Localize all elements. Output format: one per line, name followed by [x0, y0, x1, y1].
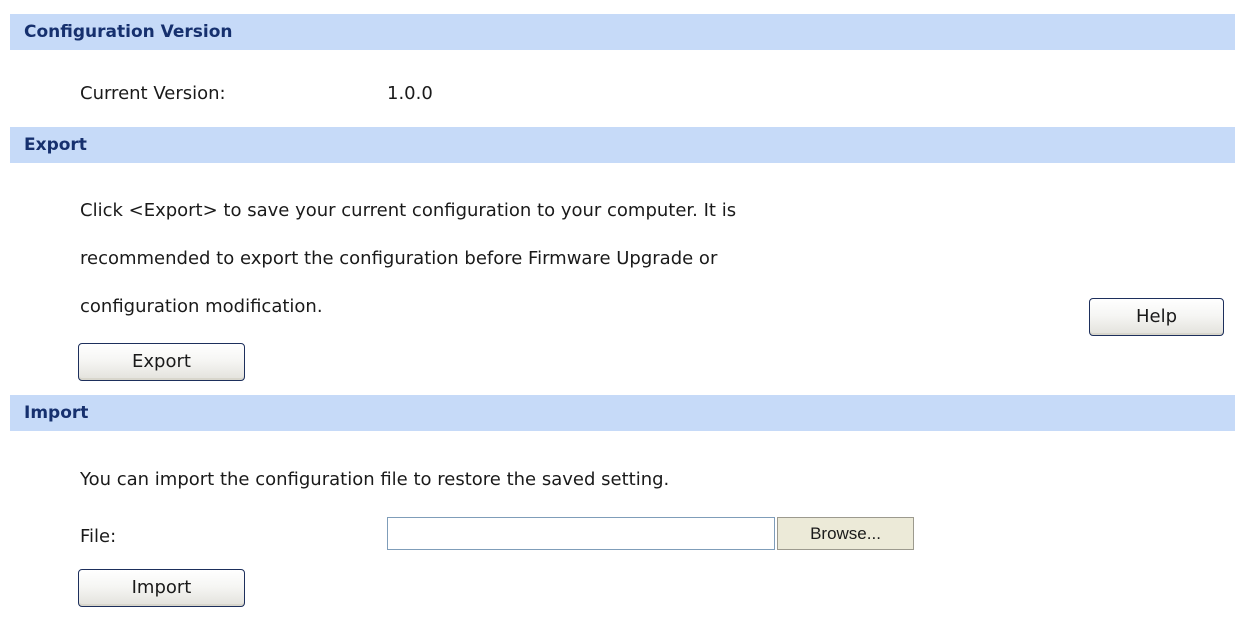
export-header: Export: [10, 127, 1235, 163]
import-description: You can import the configuration file to…: [80, 469, 670, 490]
export-description-line-3: configuration modification.: [80, 296, 323, 317]
import-button[interactable]: Import: [78, 569, 245, 607]
page: Configuration Version Current Version: 1…: [0, 0, 1247, 641]
file-path-input[interactable]: [387, 517, 775, 550]
file-label: File:: [80, 526, 117, 547]
export-button[interactable]: Export: [78, 343, 245, 381]
help-button[interactable]: Help: [1089, 298, 1224, 336]
configuration-version-header: Configuration Version: [10, 14, 1235, 50]
browse-button[interactable]: Browse...: [777, 517, 914, 550]
import-header: Import: [10, 395, 1235, 431]
current-version-value: 1.0.0: [387, 83, 433, 104]
export-description-line-1: Click <Export> to save your current conf…: [80, 200, 737, 221]
export-description-line-2: recommended to export the configuration …: [80, 248, 718, 269]
current-version-label: Current Version:: [80, 83, 226, 104]
